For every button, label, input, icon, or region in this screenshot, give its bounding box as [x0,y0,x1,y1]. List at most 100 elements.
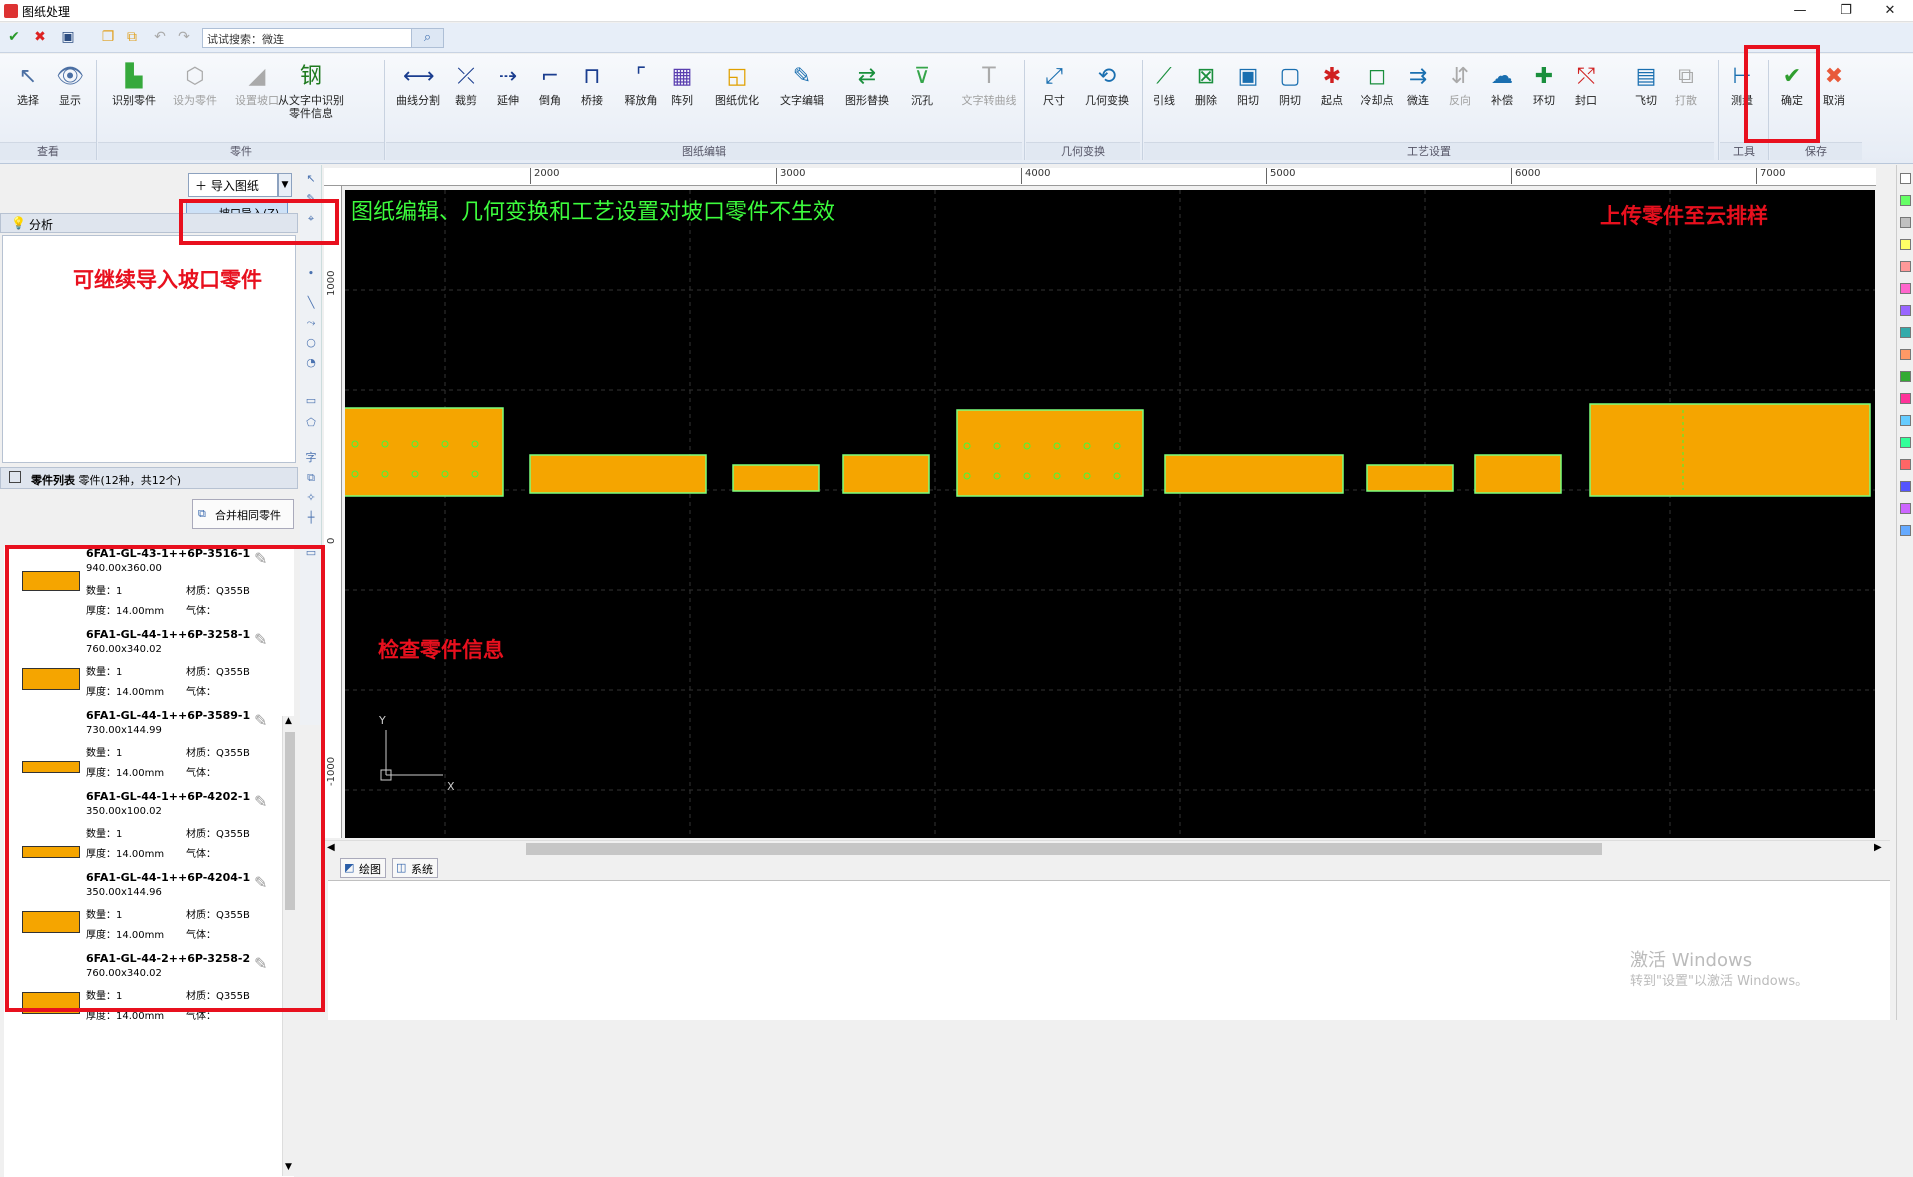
redo-icon[interactable]: ↷ [174,27,194,47]
ribbon-button-21[interactable]: ⊠ 删除 [1186,58,1226,107]
ribbon-button-28[interactable]: ☁ 补偿 [1482,58,1522,107]
annotation-upload: 上传零件至云排样 [1600,204,1768,228]
ribbon-button-27[interactable]: ⇵ 反向 [1440,58,1480,107]
analysis-label: 分析 [29,218,54,232]
ribbon-button-23[interactable]: ▢ 阴切 [1270,58,1310,107]
color-swatch[interactable] [1900,503,1911,514]
draw-tool-icon[interactable]: ⧉ [303,470,319,486]
ribbon-button-16[interactable]: ⊽ 沉孔 [900,58,944,107]
color-swatch[interactable] [1900,393,1911,404]
chevron-down-icon[interactable]: ▼ [278,173,292,197]
ribbon-button-0[interactable]: ↖ 选择 [6,58,50,107]
color-swatch[interactable] [1900,173,1911,184]
tab-system[interactable]: ◫ 系统 [392,858,438,878]
draw-tool-icon[interactable]: ▭ [303,393,319,409]
chevron-left-icon[interactable]: ◀ [327,842,335,853]
draw-tool-icon[interactable]: ┼ [303,510,319,526]
color-swatch[interactable] [1900,437,1911,448]
draw-tool-icon[interactable]: ○ [303,335,319,351]
ribbon-label-26: 微连 [1407,94,1429,107]
draw-tool-icon[interactable]: ╲ [303,295,319,311]
ribbon-button-15[interactable]: ⇄ 图形替换 [838,58,896,107]
drawing-canvas[interactable]: 图纸编辑、几何变换和工艺设置对坡口零件不生效 Y X [345,190,1875,838]
scrollbar-thumb[interactable] [526,843,1602,855]
draw-tool-icon[interactable]: ◔ [303,355,319,371]
ribbon-button-20[interactable]: ⟋ 引线 [1144,58,1184,107]
ribbon-button-1[interactable]: 👁 显示 [48,58,92,107]
ribbon-button-17[interactable]: T 文字转曲线 [948,58,1030,107]
draw-tool-icon[interactable]: ✧ [303,490,319,506]
color-swatch[interactable] [1900,305,1911,316]
ribbon-label-3: 设为零件 [173,94,217,107]
color-swatch[interactable] [1900,217,1911,228]
ribbon-label-30: 封口 [1575,94,1597,107]
color-swatch[interactable] [1900,349,1911,360]
color-swatch[interactable] [1900,459,1911,470]
ribbon-button-3[interactable]: ⬡ 设为零件 [166,58,224,107]
ribbon-button-35[interactable]: ✖ 取消 [1814,58,1854,107]
ribbon-button-25[interactable]: ◻ 冷却点 [1354,58,1400,107]
color-swatch[interactable] [1900,525,1911,536]
ribbon-icon-8: ⇢ [498,64,518,89]
ribbon-label-15: 图形替换 [845,94,889,107]
search-icon[interactable]: ⌕ [412,28,444,48]
ribbon-label-16: 沉孔 [911,94,933,107]
tab-drawing[interactable]: ◩ 绘图 [340,858,386,878]
canvas-drawing [345,190,1875,838]
draw-tool-icon[interactable]: ⬠ [303,415,319,431]
maximize-button[interactable]: ❐ [1823,0,1869,22]
ribbon-button-12[interactable]: ▦ 阵列 [660,58,704,107]
ribbon-button-31[interactable]: ▤ 飞切 [1626,58,1666,107]
ribbon-button-5[interactable]: 钢从文字中识别 零件信息 [262,58,360,120]
ribbon-button-22[interactable]: ▣ 阳切 [1228,58,1268,107]
ribbon-button-32[interactable]: ⧉ 打散 [1666,58,1706,107]
chevron-right-icon[interactable]: ▶ [1874,842,1882,853]
ribbon-label-0: 选择 [17,94,39,107]
parts-list-header[interactable]: 零件列表 零件(12种，共12个) [0,467,298,489]
ribbon-button-8[interactable]: ⇢ 延伸 [488,58,528,107]
color-swatch[interactable] [1900,327,1911,338]
close-icon[interactable]: ✖ [30,27,50,47]
color-swatch[interactable] [1900,195,1911,206]
check-icon[interactable]: ✔ [4,27,24,47]
minimize-button[interactable]: — [1777,0,1823,22]
draw-tool-icon[interactable]: 字 [303,450,319,466]
ribbon-button-9[interactable]: ⌐ 倒角 [530,58,570,107]
save-icon[interactable]: ▣ [58,27,78,47]
ribbon-icon-23: ▢ [1279,64,1301,89]
color-swatch[interactable] [1900,371,1911,382]
ribbon-button-26[interactable]: ⇉ 微连 [1398,58,1438,107]
ribbon-button-24[interactable]: ✱ 起点 [1312,58,1352,107]
ribbon-button-13[interactable]: ◱ 图纸优化 [708,58,766,107]
draw-tool-icon[interactable]: ↖ [303,171,319,187]
close-button[interactable]: ✕ [1867,0,1913,22]
ribbon-button-19[interactable]: ⟲ 几何变换 [1078,58,1136,107]
copy-icon[interactable]: ⧉ [122,27,142,47]
ribbon-label-32: 打散 [1675,94,1697,107]
draw-tool-icon[interactable]: ⤳ [303,315,319,331]
ribbon-button-10[interactable]: ⊓ 桥接 [572,58,612,107]
ruler-tick-label: -1000 [326,756,337,786]
ribbon-button-6[interactable]: ⟷ 曲线分割 [390,58,446,107]
ribbon-button-18[interactable]: ⤢ 尺寸 [1026,58,1082,107]
undo-icon[interactable]: ↶ [150,27,170,47]
merge-identical-parts-button[interactable]: ⧉ 合并相同零件 [192,499,294,529]
color-swatch[interactable] [1900,283,1911,294]
ribbon-button-30[interactable]: ⤲ 封口 [1566,58,1606,107]
draw-tool-icon[interactable]: ∙ [303,265,319,281]
ribbon-button-14[interactable]: ✎ 文字编辑 [770,58,834,107]
ribbon-button-11[interactable]: ⌜ 释放角 [616,58,666,107]
color-swatch[interactable] [1900,239,1911,250]
chevron-down-icon[interactable]: ▼ [285,1162,292,1172]
ribbon-button-2[interactable]: ▙ 识别零件 [104,58,164,107]
import-drawing-button[interactable]: ＋ 导入图纸 [188,173,278,197]
color-swatch[interactable] [1900,261,1911,272]
open-folder-icon[interactable]: ❐ [98,27,118,47]
canvas-scrollbar[interactable]: ◀ ▶ [324,840,1890,856]
search-input[interactable]: 试试搜索：微连 [202,28,412,48]
color-swatch[interactable] [1900,481,1911,492]
color-swatch[interactable] [1900,415,1911,426]
system-icon: ◫ [396,861,407,874]
ribbon-button-7[interactable]: ⤫ 裁剪 [446,58,486,107]
ribbon-button-29[interactable]: ✚ 环切 [1524,58,1564,107]
